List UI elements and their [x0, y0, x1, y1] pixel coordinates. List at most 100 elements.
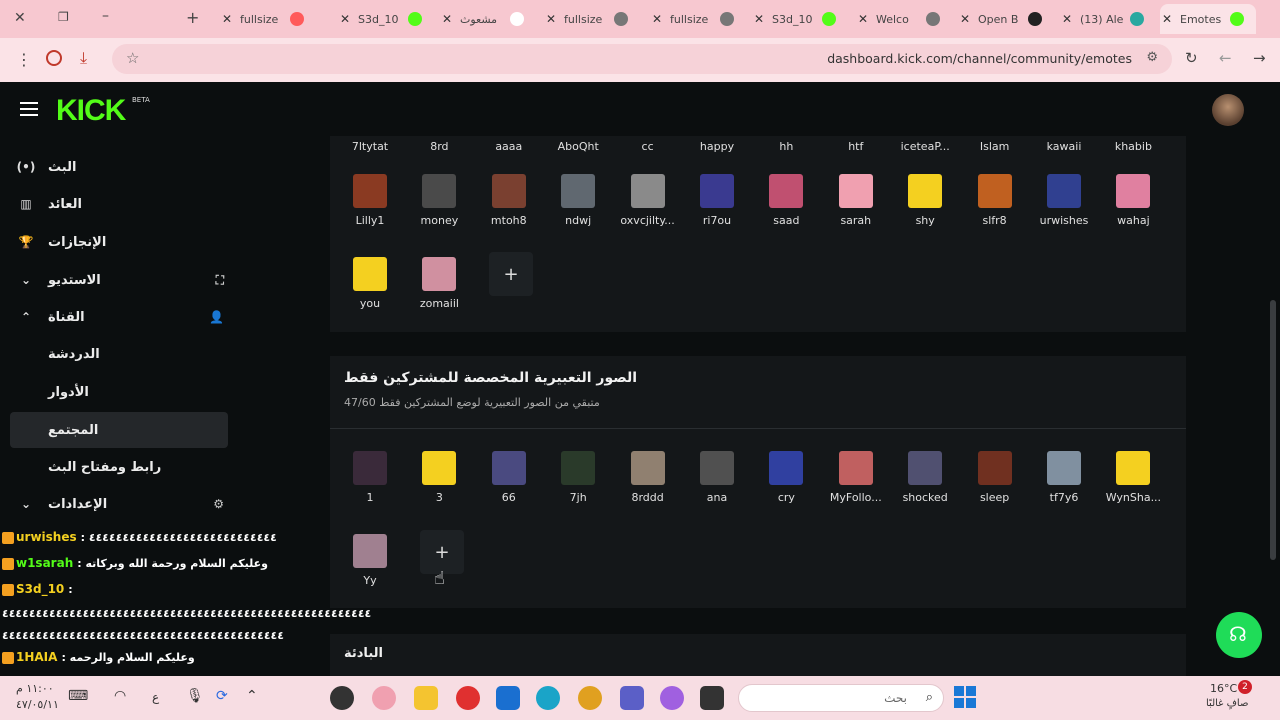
emote-item[interactable]: happy	[685, 140, 749, 153]
sidebar-item-roles[interactable]: الأدوار	[10, 374, 228, 410]
outlook-icon[interactable]	[496, 686, 520, 710]
browser-tab[interactable]: ✕ S3d_10	[752, 4, 848, 34]
weather-text[interactable]: صافٍ غالبًا	[1206, 698, 1248, 709]
close-tab-icon[interactable]: ✕	[856, 12, 870, 26]
emote-item[interactable]: 7ltytat	[338, 140, 402, 153]
emote-item[interactable]: 7jh	[546, 451, 610, 504]
network-icon[interactable]: ⌨	[68, 688, 88, 704]
teams-icon[interactable]	[620, 686, 644, 710]
bookmark-star-icon[interactable]: ☆	[126, 49, 139, 67]
close-tab-icon[interactable]: ✕	[650, 12, 664, 26]
close-tab-icon[interactable]: ✕	[958, 12, 972, 26]
reload-icon[interactable]: ↻	[1185, 49, 1198, 67]
forward-arrow-icon[interactable]: →	[1253, 49, 1266, 67]
clock-time[interactable]: ١١:٠٠ م	[16, 682, 54, 695]
emote-item[interactable]: MyFollo...	[824, 451, 888, 504]
chat-username[interactable]: urwishes	[16, 530, 77, 544]
emote-item[interactable]: you	[338, 257, 402, 310]
emote-item[interactable]: money	[407, 174, 471, 227]
emote-item[interactable]: Islam	[963, 140, 1027, 153]
chat-username[interactable]: S3d_10	[16, 582, 64, 596]
omnibox[interactable]: ☆ dashboard.kick.com/channel/community/e…	[112, 44, 1172, 74]
close-tab-icon[interactable]: ✕	[220, 12, 234, 26]
emote-item[interactable]: 8rddd	[616, 451, 680, 504]
emote-item[interactable]: 1	[338, 451, 402, 504]
chat-username[interactable]: w1sarah	[16, 556, 73, 570]
emote-item[interactable]: hh	[754, 140, 818, 153]
wifi-icon[interactable]: ◠	[114, 688, 126, 704]
close-tab-icon[interactable]: ✕	[1160, 12, 1174, 26]
browser-tab[interactable]: ✕ Welco	[856, 4, 952, 34]
sidebar-item-settings[interactable]: ⌄ الإعدادات ⚙	[10, 486, 228, 522]
emote-item[interactable]: mtoh8	[477, 174, 541, 227]
close-tab-icon[interactable]: ✕	[1060, 12, 1074, 26]
emote-item[interactable]: htf	[824, 140, 888, 153]
emote-item[interactable]: oxvcjilty...	[616, 174, 680, 227]
app-icon-1[interactable]	[330, 686, 354, 710]
emote-item[interactable]: sleep	[963, 451, 1027, 504]
emote-item[interactable]: iceteaP...	[893, 140, 957, 153]
browser-tab[interactable]: ✕ fullsize	[650, 4, 746, 34]
browser-tab[interactable]: ✕ مشعوث	[440, 4, 536, 34]
close-window-icon[interactable]: ✕	[14, 10, 26, 26]
clock-date[interactable]: ٤٧/٠٥/١١	[16, 698, 59, 711]
minimize-window-icon[interactable]: –	[102, 8, 109, 24]
emote-item[interactable]: shy	[893, 174, 957, 227]
emote-item[interactable]: ana	[685, 451, 749, 504]
avatar[interactable]	[1212, 94, 1244, 126]
emote-item[interactable]: Lilly1	[338, 174, 402, 227]
emote-item[interactable]: cc	[616, 140, 680, 153]
browser-tab[interactable]: ✕ (13) Ale	[1060, 4, 1156, 34]
emote-item[interactable]: sarah	[824, 174, 888, 227]
browser-tab[interactable]: ✕ Open B	[958, 4, 1054, 34]
edge-icon[interactable]	[536, 686, 560, 710]
close-tab-icon[interactable]: ✕	[338, 12, 352, 26]
chrome-icon[interactable]	[372, 686, 396, 710]
emote-item[interactable]: shocked	[893, 451, 957, 504]
site-settings-icon[interactable]: ⚙	[1146, 50, 1158, 65]
add-emote-button[interactable]: +	[489, 252, 533, 296]
emote-item[interactable]: slfr8	[963, 174, 1027, 227]
language-indicator[interactable]: ع	[152, 690, 159, 704]
close-tab-icon[interactable]: ✕	[752, 12, 766, 26]
url-text[interactable]: dashboard.kick.com/channel/community/emo…	[827, 51, 1132, 66]
menu-dots-icon[interactable]: ⋮	[16, 50, 32, 69]
emote-item[interactable]: 3	[407, 451, 471, 504]
chevron-up-icon[interactable]: ⌃	[246, 688, 258, 704]
emote-item[interactable]: khabib	[1101, 140, 1165, 153]
emote-item[interactable]: tf7y6	[1032, 451, 1096, 504]
microphone-icon[interactable]: 🎙	[186, 688, 204, 704]
chrome-icon-2[interactable]	[578, 686, 602, 710]
emote-item[interactable]: urwishes	[1032, 174, 1096, 227]
copilot-icon[interactable]	[660, 686, 684, 710]
chat-username[interactable]: 1HAIA	[16, 650, 57, 664]
emote-item[interactable]: aaaa	[477, 140, 541, 153]
taskbar-search-input[interactable]: بحث ⌕	[738, 684, 944, 712]
emote-item[interactable]: wahaj	[1101, 174, 1165, 227]
emote-item[interactable]: ndwj	[546, 174, 610, 227]
close-tab-icon[interactable]: ✕	[440, 12, 454, 26]
sync-icon[interactable]: ⟳	[216, 688, 228, 704]
back-arrow-icon[interactable]: ←	[1219, 49, 1232, 67]
support-chat-button[interactable]: ☊	[1216, 612, 1262, 658]
browser-tab[interactable]: ✕ fullsize	[544, 4, 640, 34]
file-explorer-icon[interactable]	[414, 686, 438, 710]
sidebar-item-stream[interactable]: (•) البث	[10, 149, 228, 185]
emote-item[interactable]: cry	[754, 451, 818, 504]
emote-item[interactable]: saad	[754, 174, 818, 227]
opera-icon[interactable]	[456, 686, 480, 710]
page-scrollbar[interactable]	[1270, 300, 1276, 560]
sidebar-item-achievements[interactable]: 🏆 الإنجازات	[10, 224, 228, 260]
kick-logo[interactable]: KICK	[56, 94, 126, 128]
sidebar-item-community[interactable]: المجتمع	[10, 412, 228, 448]
weather-temp[interactable]: 16°C	[1210, 682, 1237, 695]
sidebar-item-revenue[interactable]: ▥ العائد	[10, 186, 228, 222]
emote-item[interactable]: 66	[477, 451, 541, 504]
emote-item[interactable]: ri7ou	[685, 174, 749, 227]
store-icon[interactable]	[700, 686, 724, 710]
emote-item[interactable]: zomaiil	[407, 257, 471, 310]
browser-tab[interactable]: ✕ fullsize	[220, 4, 316, 34]
emote-item[interactable]: 8rd	[407, 140, 471, 153]
new-tab-icon[interactable]: +	[186, 8, 199, 27]
notification-badge[interactable]: 2	[1238, 680, 1252, 694]
